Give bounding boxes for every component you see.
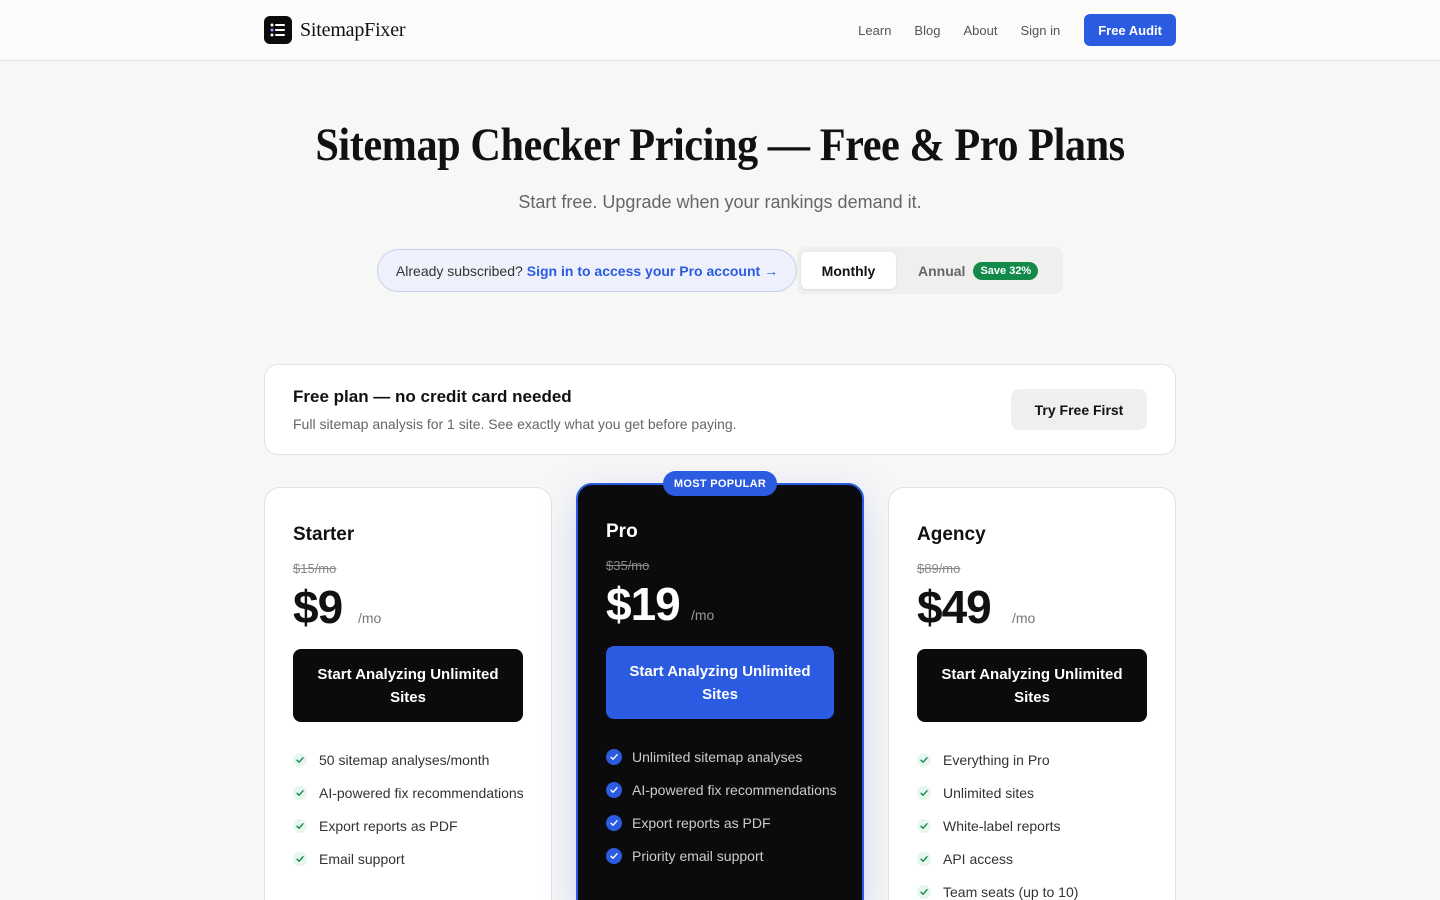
list-icon — [264, 16, 292, 44]
brand-name: SitemapFixer — [300, 18, 406, 41]
plan-price-period: /mo — [1012, 610, 1036, 626]
plan-card-pro: Pro $35/mo $19 /mo Start Analyzing Unlim… — [576, 483, 864, 900]
feature-text: 50 sitemap analyses/month — [319, 752, 490, 768]
plan-card-agency: Agency $89/mo $49 /mo Start Analyzing Un… — [888, 487, 1176, 900]
feature-list: Everything in Pro Unlimited sites White-… — [917, 750, 1152, 900]
free-plan-description: Full sitemap analysis for 1 site. See ex… — [293, 416, 737, 432]
feature-text: Export reports as PDF — [319, 818, 458, 834]
check-icon — [293, 819, 307, 833]
page-subtitle: Start free. Upgrade when your rankings d… — [518, 192, 922, 212]
list-item: 50 sitemap analyses/month — [293, 750, 528, 771]
feature-text: Everything in Pro — [943, 752, 1050, 768]
nav-link-learn[interactable]: Learn — [858, 23, 891, 38]
billing-toggle: Monthly Annual Save 32% — [797, 247, 1063, 294]
nav-link-about[interactable]: About — [963, 23, 997, 38]
feature-text: Unlimited sites — [943, 785, 1035, 801]
list-item: API access — [917, 849, 1152, 870]
billing-annual-option[interactable]: Annual Save 32% — [918, 252, 1039, 289]
plan-old-price: $35/mo — [606, 558, 650, 573]
pro-cta-button[interactable]: Start Analyzing Unlimited Sites — [606, 646, 834, 719]
feature-text: AI-powered fix recommendations — [632, 782, 837, 798]
feature-text: AI-powered fix recommendations — [319, 785, 524, 801]
billing-monthly-option[interactable]: Monthly — [801, 252, 896, 289]
top-nav: SitemapFixer Learn Blog About Sign in Fr… — [0, 0, 1440, 61]
check-icon — [606, 815, 622, 831]
list-item: White-label reports — [917, 816, 1152, 837]
plan-name: Starter — [293, 524, 355, 545]
feature-text: API access — [943, 851, 1014, 867]
feature-text: Team seats (up to 10) — [943, 884, 1079, 900]
check-icon — [606, 749, 622, 765]
page-title: Sitemap Checker Pricing — Free & Pro Pla… — [315, 119, 1125, 171]
list-item: Unlimited sites — [917, 783, 1152, 804]
check-icon — [917, 786, 931, 800]
starter-cta-button[interactable]: Start Analyzing Unlimited Sites — [293, 649, 523, 722]
check-icon — [917, 885, 931, 899]
check-icon — [293, 786, 307, 800]
check-icon — [917, 852, 931, 866]
plan-name: Pro — [606, 521, 638, 542]
nav-links: Learn Blog About Sign in Free Audit — [858, 14, 1176, 46]
plan-old-price: $89/mo — [917, 561, 961, 576]
plan-price: $19 — [606, 578, 681, 630]
free-plan-title: Free plan — no credit card needed — [293, 387, 572, 406]
nav-link-blog[interactable]: Blog — [914, 23, 940, 38]
feature-text: Email support — [319, 851, 405, 867]
list-item: Export reports as PDF — [293, 816, 528, 837]
subscribed-notice: Already subscribed? Sign in to access yo… — [377, 249, 797, 292]
feature-text: Unlimited sitemap analyses — [632, 749, 803, 765]
list-item: Team seats (up to 10) — [917, 882, 1152, 900]
free-plan-banner: Free plan — no credit card needed Full s… — [264, 364, 1176, 455]
plan-price-period: /mo — [358, 610, 382, 626]
free-audit-button[interactable]: Free Audit — [1084, 14, 1176, 46]
plan-card-starter: Starter $15/mo $9 /mo Start Analyzing Un… — [264, 487, 552, 900]
check-icon — [606, 848, 622, 864]
feature-text: Export reports as PDF — [632, 815, 771, 831]
check-icon — [293, 753, 307, 767]
try-free-button[interactable]: Try Free First — [1011, 389, 1147, 430]
list-item: Everything in Pro — [917, 750, 1152, 771]
feature-text: Priority email support — [632, 848, 764, 864]
plan-price-period: /mo — [691, 607, 715, 623]
list-item: Email support — [293, 849, 528, 870]
billing-annual-label: Annual — [918, 262, 966, 279]
check-icon — [917, 819, 931, 833]
check-icon — [606, 782, 622, 798]
list-item: AI-powered fix recommendations — [606, 780, 841, 801]
list-item: Priority email support — [606, 846, 841, 867]
list-item: Export reports as PDF — [606, 813, 841, 834]
most-popular-badge: MOST POPULAR — [663, 471, 777, 496]
list-item: Unlimited sitemap analyses — [606, 747, 841, 768]
check-icon — [293, 852, 307, 866]
plan-price: $49 — [917, 581, 992, 633]
plan-name: Agency — [917, 524, 986, 545]
save-badge: Save 32% — [973, 261, 1039, 280]
feature-list: 50 sitemap analyses/month AI-powered fix… — [293, 750, 528, 882]
feature-text: White-label reports — [943, 818, 1061, 834]
list-item: AI-powered fix recommendations — [293, 783, 528, 804]
brand-logo[interactable]: SitemapFixer — [264, 16, 406, 44]
plan-old-price: $15/mo — [293, 561, 337, 576]
plan-price: $9 — [293, 581, 343, 633]
nav-link-sign-in[interactable]: Sign in — [1020, 23, 1060, 38]
sign-in-pro-link[interactable]: Sign in to access your Pro account → — [527, 263, 778, 279]
subscribed-text: Already subscribed? — [395, 262, 523, 279]
check-icon — [917, 753, 931, 767]
feature-list: Unlimited sitemap analyses AI-powered fi… — [606, 747, 841, 879]
agency-cta-button[interactable]: Start Analyzing Unlimited Sites — [917, 649, 1147, 722]
